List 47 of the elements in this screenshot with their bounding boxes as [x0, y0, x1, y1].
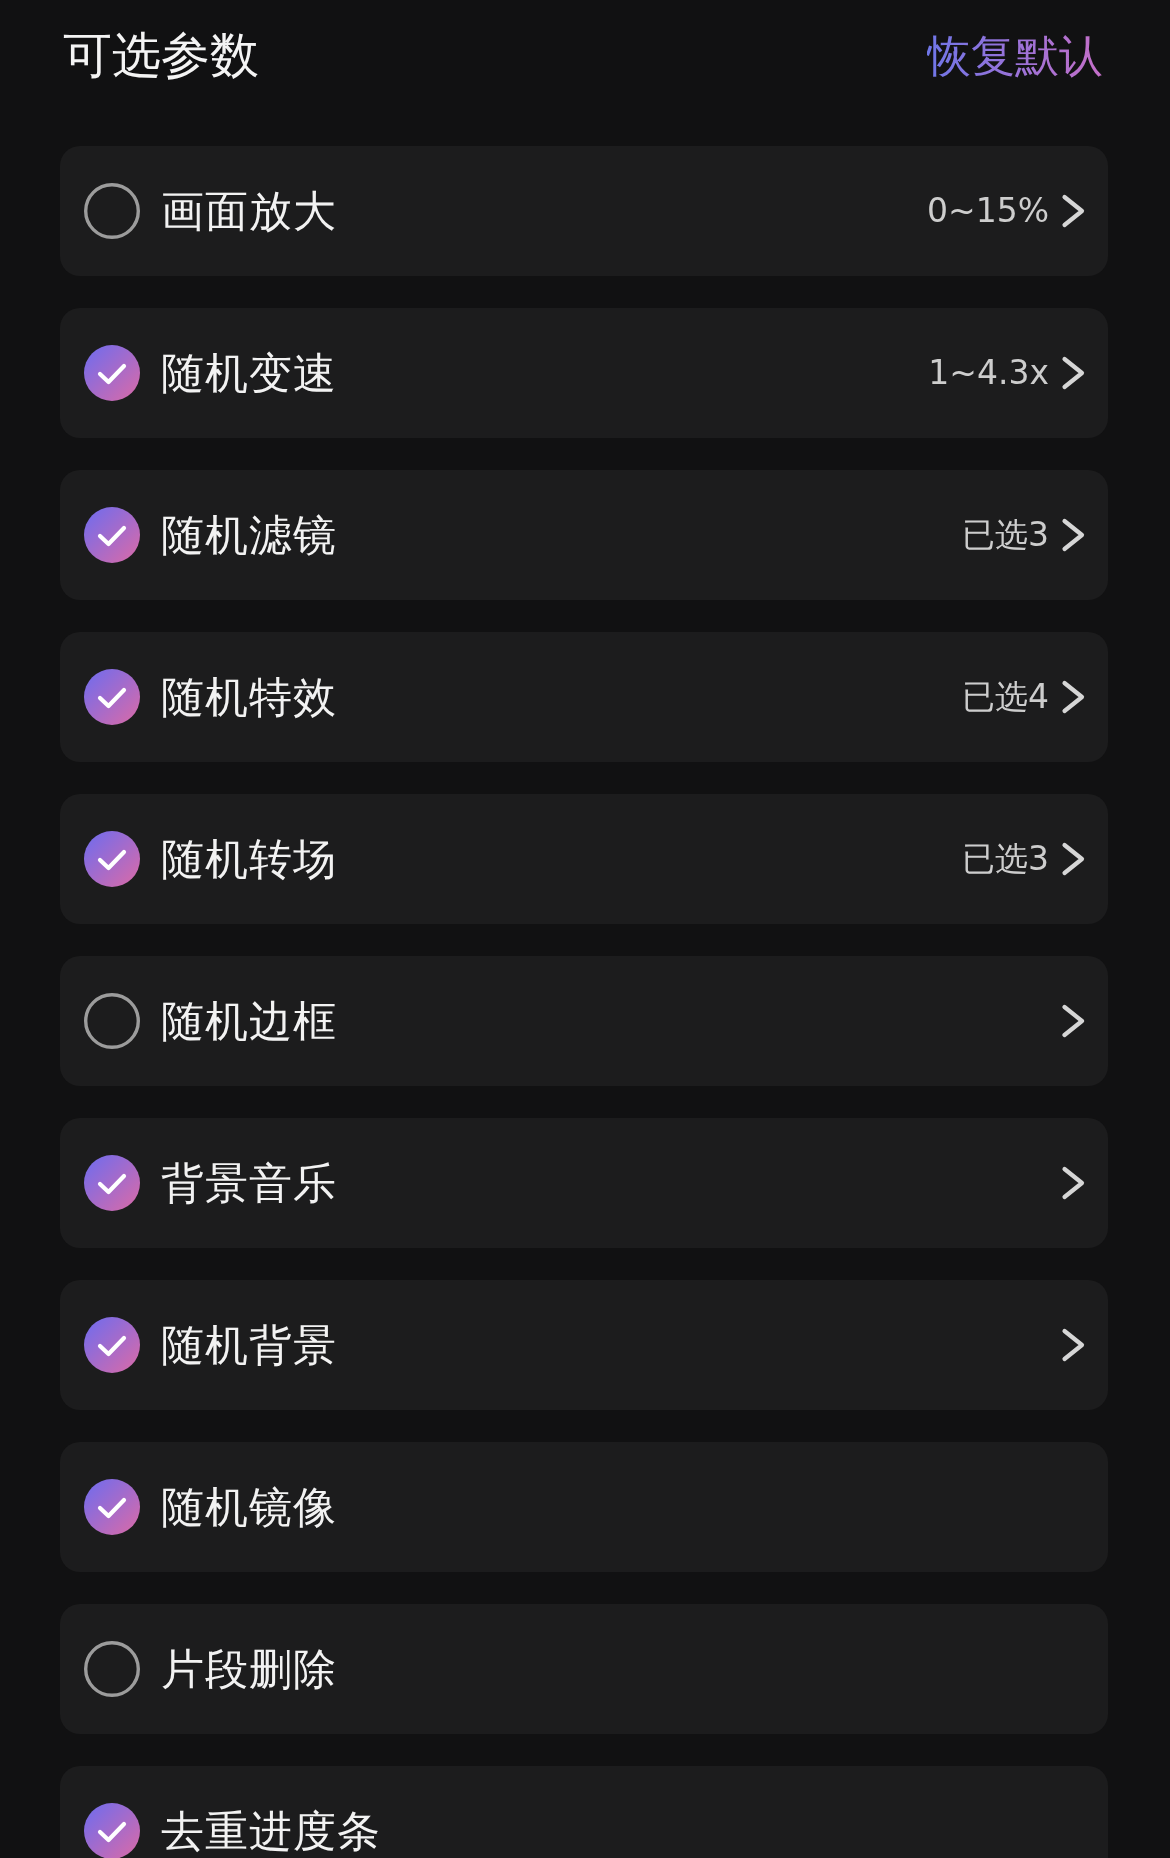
checkbox[interactable] — [84, 1155, 140, 1211]
option-card[interactable]: 画面放大 0~15% — [60, 146, 1108, 276]
option-label: 随机镜像 — [161, 1485, 337, 1529]
chevron-right-icon — [1061, 680, 1086, 714]
checkbox[interactable] — [84, 1641, 140, 1697]
checkbox[interactable] — [84, 669, 140, 725]
option-card[interactable]: 背景音乐 — [60, 1118, 1108, 1248]
option-label: 画面放大 — [161, 189, 337, 233]
checkbox[interactable] — [84, 507, 140, 563]
chevron-right-icon — [1061, 1004, 1086, 1038]
chevron-right-icon — [1061, 194, 1086, 228]
chevron-right-icon — [1061, 356, 1086, 390]
option-card[interactable]: 随机背景 — [60, 1280, 1108, 1410]
option-card[interactable]: 随机变速 1~4.3x — [60, 308, 1108, 438]
option-card[interactable]: 随机边框 — [60, 956, 1108, 1086]
option-card[interactable]: 随机镜像 — [60, 1442, 1108, 1572]
section-title: 可选参数 — [63, 29, 259, 83]
checkbox[interactable] — [84, 1479, 140, 1535]
checkbox[interactable] — [84, 993, 140, 1049]
option-label: 随机背景 — [161, 1323, 337, 1367]
option-label: 片段删除 — [161, 1647, 337, 1691]
checkbox[interactable] — [84, 1317, 140, 1373]
option-label: 随机边框 — [161, 999, 337, 1043]
option-card[interactable]: 片段删除 — [60, 1604, 1108, 1734]
option-label: 随机变速 — [161, 351, 337, 395]
chevron-right-icon — [1061, 518, 1086, 552]
option-label: 随机特效 — [161, 675, 337, 719]
option-value: 1~4.3x — [928, 354, 1049, 392]
option-card[interactable]: 去重进度条 — [60, 1766, 1108, 1858]
checkbox[interactable] — [84, 345, 140, 401]
chevron-right-icon — [1061, 1328, 1086, 1362]
option-value: 已选4 — [962, 678, 1049, 716]
option-card[interactable]: 随机特效 已选4 — [60, 632, 1108, 762]
option-card[interactable]: 随机滤镜 已选3 — [60, 470, 1108, 600]
checkbox[interactable] — [84, 183, 140, 239]
option-card[interactable]: 随机转场 已选3 — [60, 794, 1108, 924]
option-value: 已选3 — [962, 516, 1049, 554]
option-label: 去重进度条 — [161, 1809, 381, 1853]
option-value: 0~15% — [927, 192, 1049, 230]
option-value: 已选3 — [962, 840, 1049, 878]
option-label: 随机转场 — [161, 837, 337, 881]
checkbox[interactable] — [84, 1803, 140, 1858]
option-label: 随机滤镜 — [161, 513, 337, 557]
chevron-right-icon — [1061, 1166, 1086, 1200]
option-label: 背景音乐 — [161, 1161, 337, 1205]
checkbox[interactable] — [84, 831, 140, 887]
chevron-right-icon — [1061, 842, 1086, 876]
